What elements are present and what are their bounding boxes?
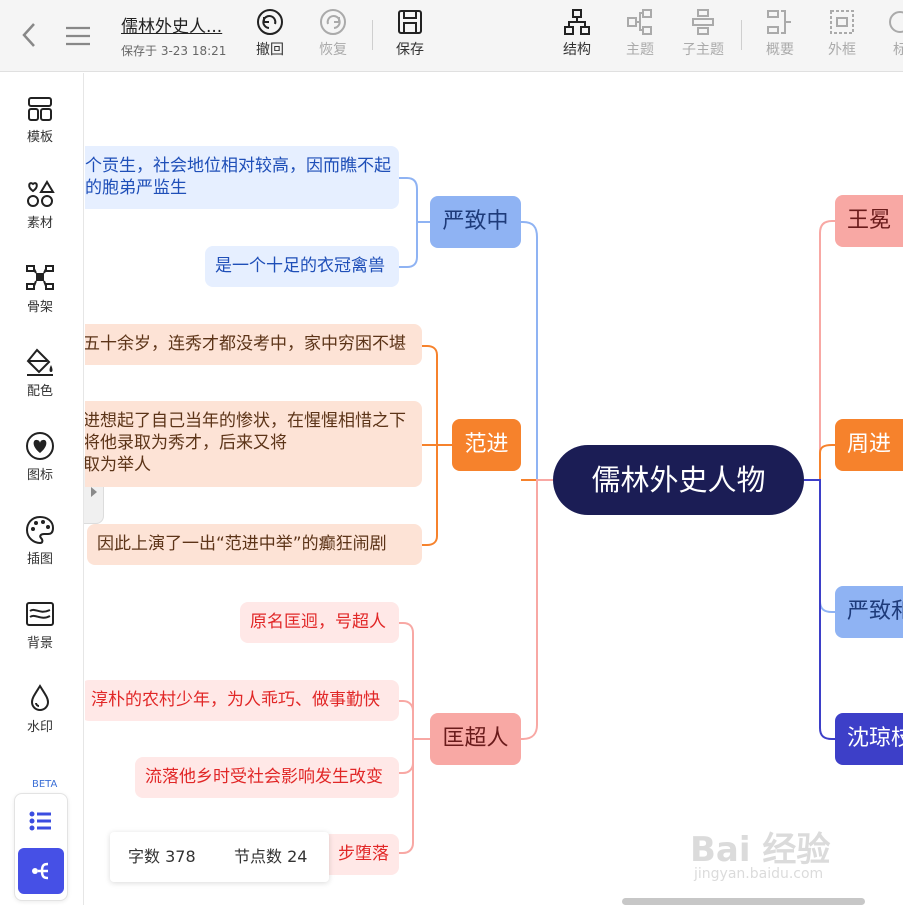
topic-node[interactable]: 沈琼枝 — [835, 713, 903, 765]
structure-label: 结构 — [563, 42, 591, 58]
leaf-node[interactable]: 流落他乡时受社会影响发生改变 — [135, 757, 399, 798]
topic-node[interactable]: 范进 — [452, 419, 521, 471]
save-icon — [398, 10, 422, 34]
leaf-node[interactable]: 是一个十足的衣冠禽兽 — [205, 246, 399, 287]
subtopic-label: 子主题 — [682, 42, 724, 58]
frame-label: 外框 — [828, 42, 856, 58]
node-count: 节点数 24 — [234, 847, 308, 866]
frame-icon — [830, 10, 854, 34]
leaf-text-line: 取为举人 — [85, 455, 151, 475]
undo-label: 撤回 — [256, 42, 284, 58]
sidebar-item-illustration[interactable]: 插图 — [0, 515, 80, 585]
watermark-brand: Bai 经验 — [690, 830, 831, 870]
status-bar: 字数 378 节点数 24 — [110, 832, 329, 882]
sidebar-item-label: 插图 — [26, 552, 53, 567]
watermark-drop-icon — [30, 684, 50, 712]
view-switcher — [14, 793, 68, 901]
mindmap-canvas[interactable]: 儒林外史人物 严致中 范进 匡超人 个贡生，社会地位相对较高，因而瞧不起 的胞弟… — [85, 73, 903, 905]
list-icon — [29, 811, 51, 831]
leaf-node[interactable]: 五十余岁，连秀才都没考中，家中穷困不堪 — [85, 324, 422, 365]
sidebar-item-label: 模板 — [26, 130, 53, 145]
label-label: 标 — [893, 42, 903, 58]
document-title[interactable]: 儒林外史人... — [121, 12, 222, 37]
leaf-node[interactable]: 个贡生，社会地位相对较高，因而瞧不起 的胞弟严监生 — [85, 146, 399, 209]
sidebar-item-watermark[interactable]: 水印 — [0, 683, 80, 753]
leaf-text-line: 进想起了自己当年的惨状，在惺惺相惜之下 — [85, 411, 406, 431]
sidebar-item-color[interactable]: 配色 — [0, 347, 80, 417]
leaf-text-line: 将他录取为秀才，后来又将 — [85, 433, 287, 453]
undo-icon — [257, 9, 283, 35]
heart-icon — [26, 432, 54, 460]
save-label: 保存 — [396, 42, 424, 58]
material-icon — [27, 180, 55, 207]
top-toolbar: 儒林外史人... 保存于 3-23 18:21 撤回 恢复 保存 结构 主题 子… — [0, 0, 903, 72]
leaf-text-line: 的胞弟严监生 — [85, 178, 187, 198]
toolbar-divider — [372, 20, 373, 50]
label-button[interactable]: 标 — [870, 8, 903, 64]
sidebar-item-label: 骨架 — [26, 300, 53, 315]
hamburger-menu-icon[interactable] — [64, 22, 92, 50]
summary-icon — [767, 10, 791, 34]
background-icon — [26, 602, 54, 626]
topic-node[interactable]: 王冕 — [835, 195, 903, 247]
sidebar-item-material[interactable]: 素材 — [0, 179, 80, 249]
toolbar-divider — [741, 20, 742, 50]
summary-label: 概要 — [766, 42, 794, 58]
root-node[interactable]: 儒林外史人物 — [553, 445, 804, 515]
sidebar-item-label: 配色 — [26, 384, 53, 399]
word-count: 字数 378 — [128, 847, 196, 866]
mindmap-icon — [32, 862, 49, 880]
leaf-node[interactable]: 原名匡迥，号超人 — [240, 602, 399, 643]
undo-button[interactable]: 撤回 — [240, 8, 300, 64]
topic-button[interactable]: 主题 — [610, 8, 670, 64]
leaf-text-line: 个贡生，社会地位相对较高，因而瞧不起 — [85, 156, 391, 176]
leaf-node[interactable]: 因此上演了一出“范进中举”的癫狂闹剧 — [87, 524, 422, 565]
mindmap-view-button[interactable] — [18, 848, 64, 894]
summary-button[interactable]: 概要 — [750, 8, 810, 64]
outline-view-button[interactable] — [18, 798, 64, 844]
palette-icon — [25, 515, 55, 545]
sidebar-item-label: 素材 — [26, 216, 53, 231]
redo-icon — [320, 9, 346, 35]
template-icon — [28, 97, 52, 121]
structure-button[interactable]: 结构 — [547, 8, 607, 64]
sidebar-item-label: 图标 — [26, 468, 53, 483]
horizontal-scrollbar[interactable] — [622, 898, 865, 905]
save-button[interactable]: 保存 — [380, 8, 440, 64]
baidu-jingyan-watermark: Bai 经验 jingyan.baidu.com — [690, 800, 880, 890]
saved-timestamp: 保存于 3-23 18:21 — [121, 44, 227, 58]
subtopic-button[interactable]: 子主题 — [673, 8, 733, 64]
sidebar-item-label: 背景 — [26, 636, 53, 651]
topic-node[interactable]: 严致和 — [835, 586, 903, 638]
left-sidebar: 模板 素材 骨架 配色 图标 插图 背景 水印 BETA — [0, 73, 84, 905]
subtopic-icon — [692, 9, 714, 35]
watermark-url: jingyan.baidu.com — [694, 866, 824, 882]
redo-label: 恢复 — [319, 42, 347, 58]
sidebar-item-icon[interactable]: 图标 — [0, 431, 80, 501]
frame-button[interactable]: 外框 — [812, 8, 872, 64]
leaf-node[interactable]: 淳朴的农村少年，为人乖巧、做事勤快 — [85, 680, 399, 721]
topic-node[interactable]: 匡超人 — [430, 713, 521, 765]
topic-label: 主题 — [626, 42, 654, 58]
leaf-node[interactable]: 进想起了自己当年的惨状，在惺惺相惜之下 将他录取为秀才，后来又将 取为举人 — [85, 401, 422, 487]
beta-badge: BETA — [32, 779, 58, 790]
sidebar-item-background[interactable]: 背景 — [0, 599, 80, 669]
topic-node[interactable]: 周进 — [835, 419, 903, 471]
redo-button[interactable]: 恢复 — [303, 8, 363, 64]
structure-icon — [564, 9, 590, 35]
back-chevron-icon[interactable] — [18, 20, 42, 50]
label-icon — [889, 11, 903, 33]
sidebar-item-label: 水印 — [26, 720, 53, 735]
topic-icon — [627, 9, 652, 35]
sidebar-item-template[interactable]: 模板 — [0, 95, 80, 165]
topic-node[interactable]: 严致中 — [430, 196, 521, 248]
paint-bucket-icon — [26, 348, 53, 376]
sidebar-item-skeleton[interactable]: 骨架 — [0, 263, 80, 333]
skeleton-icon — [26, 265, 54, 290]
